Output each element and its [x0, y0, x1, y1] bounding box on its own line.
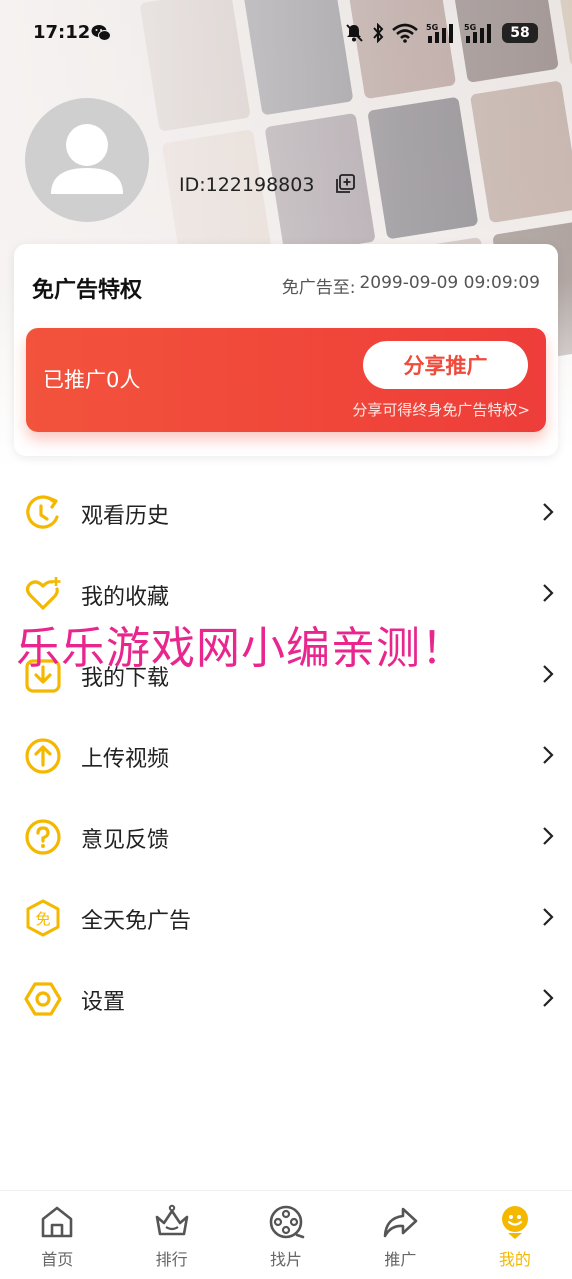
tab-mine[interactable]: 我的 — [458, 1191, 572, 1279]
bluetooth-icon — [373, 23, 384, 43]
privilege-expiry: 免广告至: 2099-09-09 09:09:09 — [282, 273, 540, 298]
tab-label: 我的 — [498, 1250, 531, 1269]
tab-label: 排行 — [155, 1250, 188, 1269]
menu-item-label: 上传视频 — [81, 747, 170, 772]
chevron-right-icon — [543, 827, 554, 845]
menu-item-label: 全天免广告 — [81, 909, 192, 934]
chevron-right-icon — [543, 503, 554, 521]
promotion-hint-link[interactable]: 分享可得终身免广告特权> — [352, 399, 530, 420]
home-icon — [41, 1206, 73, 1238]
ad-free-icon: 免 — [26, 899, 60, 937]
crown-icon — [155, 1204, 188, 1236]
status-time: 17:12 — [33, 22, 91, 43]
menu-item-feedback[interactable]: 意见反馈 — [0, 796, 572, 877]
expiry-value: 2099-09-09 09:09:09 — [359, 273, 540, 293]
tab-label: 推广 — [384, 1250, 417, 1269]
ad-free-privilege-card: 免广告特权 免广告至: 2099-09-09 09:09:09 已推广0人 分享… — [14, 244, 558, 456]
user-id: ID:122198803 — [179, 174, 315, 196]
chevron-right-icon — [543, 989, 554, 1007]
menu-item-label: 我的收藏 — [81, 585, 170, 610]
menu-item-label: 观看历史 — [81, 504, 170, 529]
tab-label: 首页 — [41, 1250, 74, 1269]
menu-item-label: 意见反馈 — [81, 828, 170, 853]
privilege-title: 免广告特权 — [32, 278, 143, 303]
tab-home[interactable]: 首页 — [0, 1191, 114, 1279]
copy-icon[interactable] — [335, 174, 355, 194]
film-reel-icon — [269, 1205, 305, 1239]
chevron-right-icon — [543, 665, 554, 683]
signal-5g-icon: 5G — [464, 23, 491, 43]
menu-item-label: 设置 — [81, 990, 126, 1015]
mute-bell-icon — [346, 24, 363, 42]
bottom-tab-bar: 首页 排行 找片 推广 我的 — [0, 1190, 572, 1279]
wifi-icon — [392, 23, 418, 43]
svg-text:5G: 5G — [464, 23, 476, 32]
battery-indicator: 58 — [502, 23, 538, 43]
chevron-right-icon — [543, 908, 554, 926]
menu-item-settings[interactable]: 设置 — [0, 958, 572, 1039]
menu-list: 观看历史 我的收藏 我的下载 上传视频 意见反馈 免 全天免广告 设置 — [0, 472, 572, 1039]
promotion-count: 已推广0人 — [43, 368, 141, 392]
tab-ranking[interactable]: 排行 — [114, 1191, 228, 1279]
watermark-text: 乐乐游戏网小编亲测！ — [16, 623, 466, 674]
user-silhouette-icon — [51, 124, 123, 194]
menu-item-ad-free[interactable]: 免 全天免广告 — [0, 877, 572, 958]
menu-item-history[interactable]: 观看历史 — [0, 472, 572, 553]
feedback-question-icon — [25, 819, 61, 855]
avatar[interactable] — [25, 98, 149, 222]
status-icons: 5G 5G 58 — [344, 21, 538, 45]
tab-promote[interactable]: 推广 — [343, 1191, 457, 1279]
profile-icon — [501, 1206, 528, 1239]
tab-label: 找片 — [270, 1250, 303, 1269]
share-promote-button[interactable]: 分享推广 — [363, 341, 528, 389]
status-bar: 17:12 5G 5G 58 — [0, 0, 572, 66]
promotion-panel: 已推广0人 分享推广 分享可得终身免广告特权> — [26, 328, 546, 432]
settings-hex-icon — [24, 982, 62, 1016]
svg-text:免: 免 — [35, 910, 50, 928]
signal-5g-icon: 5G — [426, 23, 453, 43]
favorite-heart-icon — [25, 577, 61, 610]
expiry-label: 免广告至: — [281, 278, 356, 298]
wechat-icon — [91, 25, 111, 41]
history-icon — [26, 495, 59, 529]
chevron-right-icon — [543, 584, 554, 602]
svg-text:5G: 5G — [426, 23, 438, 32]
menu-item-upload[interactable]: 上传视频 — [0, 715, 572, 796]
share-arrow-icon — [384, 1207, 418, 1238]
chevron-right-icon — [543, 746, 554, 764]
upload-icon — [25, 738, 61, 774]
tab-find-films[interactable]: 找片 — [229, 1191, 343, 1279]
